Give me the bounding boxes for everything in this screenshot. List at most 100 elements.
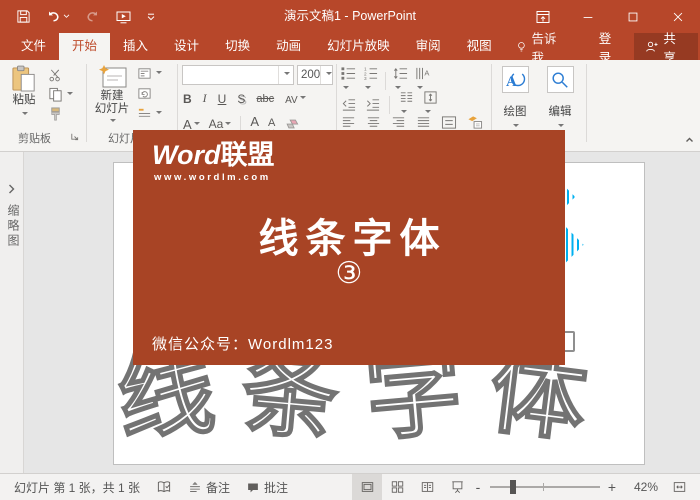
clipboard-group-label: 剪贴板	[18, 130, 51, 146]
reset-slide-button[interactable]	[137, 86, 152, 101]
tab-transitions[interactable]: 切换	[212, 33, 263, 60]
brand-url: www.wordlm.com	[154, 172, 271, 183]
cut-scissors-icon	[48, 68, 63, 83]
font-color-caret-icon	[194, 122, 200, 128]
tab-review[interactable]: 审阅	[403, 33, 454, 60]
zoom-percentage[interactable]: 42%	[620, 480, 658, 494]
undo-icon	[46, 9, 61, 24]
decrease-indent-icon	[341, 97, 356, 112]
strikethrough-button[interactable]: abc	[256, 93, 274, 105]
align-text-icon	[423, 90, 438, 105]
drawing-label: 绘图	[497, 106, 533, 119]
undo-button[interactable]	[46, 9, 70, 24]
redo-icon	[85, 9, 100, 24]
comments-icon	[246, 481, 260, 494]
save-button[interactable]	[16, 9, 31, 24]
slideshow-view-button[interactable]	[442, 474, 472, 500]
align-right-button[interactable]	[391, 115, 406, 130]
paste-clipboard-icon	[12, 64, 36, 94]
editing-caret-icon	[558, 124, 564, 130]
paste-button[interactable]: 粘贴	[6, 64, 42, 121]
share-person-icon	[644, 40, 659, 54]
format-painter-button[interactable]	[48, 107, 63, 122]
align-center-button[interactable]	[366, 115, 381, 130]
copy-caret-icon	[67, 92, 73, 98]
notes-button[interactable]: 备注	[180, 474, 238, 500]
cut-button[interactable]	[48, 68, 63, 83]
justify-button[interactable]	[416, 115, 431, 130]
customize-qat-button[interactable]	[147, 13, 155, 21]
distribute-button[interactable]	[441, 115, 457, 130]
underline-button[interactable]: U	[218, 92, 227, 106]
save-icon	[16, 9, 31, 24]
tab-slideshow[interactable]: 幻灯片放映	[314, 33, 403, 60]
fit-to-window-icon	[672, 480, 687, 494]
clear-formatting-eraser-icon	[284, 117, 299, 131]
new-slide-button[interactable]: 新建 幻灯片	[92, 64, 132, 129]
format-painter-icon	[48, 107, 63, 122]
reading-view-icon	[420, 480, 435, 494]
align-left-button[interactable]	[341, 115, 356, 130]
change-case-button[interactable]: Aa	[209, 117, 232, 131]
spell-check-button[interactable]	[148, 474, 180, 500]
zoom-slider[interactable]	[490, 486, 600, 488]
editing-label: 编辑	[542, 106, 578, 119]
notes-icon	[188, 481, 202, 494]
slide-layout-button[interactable]	[137, 66, 162, 81]
undo-menu-caret-icon	[63, 14, 70, 19]
tab-design[interactable]: 设计	[161, 33, 212, 60]
start-slideshow-button[interactable]	[115, 9, 132, 25]
comments-button[interactable]: 批注	[238, 474, 296, 500]
thumbnail-pane-collapsed[interactable]: 缩略图	[0, 152, 24, 473]
brand-logo-cn: 联盟	[221, 140, 275, 170]
section-button[interactable]	[137, 106, 162, 121]
normal-view-button[interactable]	[352, 474, 382, 500]
reading-view-button[interactable]	[412, 474, 442, 500]
share-button[interactable]: 共享	[634, 33, 698, 60]
fit-slide-to-window-button[interactable]	[664, 474, 694, 500]
tab-home[interactable]: 开始	[59, 33, 110, 60]
clear-formatting-button[interactable]	[284, 117, 299, 131]
redo-button[interactable]	[85, 9, 100, 24]
normal-view-icon	[360, 480, 375, 494]
character-spacing-button[interactable]: AV	[285, 92, 306, 106]
smartart-icon	[467, 115, 483, 130]
notes-label: 备注	[206, 479, 230, 496]
slide-sorter-view-button[interactable]	[382, 474, 412, 500]
copy-button[interactable]	[48, 87, 73, 102]
increase-indent-button[interactable]	[365, 97, 380, 112]
zoom-in-button[interactable]: +	[606, 479, 618, 495]
decrease-indent-button[interactable]	[341, 97, 356, 112]
zoom-out-button[interactable]: -	[472, 479, 484, 495]
drawing-button[interactable]: A 绘图	[497, 66, 533, 133]
svg-text:A: A	[424, 68, 429, 77]
expand-pane-chevron-icon[interactable]	[8, 184, 15, 194]
close-icon	[671, 10, 685, 24]
spacing-caret-icon	[300, 96, 306, 102]
thumbnail-pane-label: 缩略图	[5, 204, 22, 249]
paste-label: 粘贴	[6, 94, 42, 107]
section-icon	[137, 106, 152, 121]
tab-animations[interactable]: 动画	[263, 33, 314, 60]
editing-button[interactable]: 编辑	[542, 66, 578, 133]
comments-label: 批注	[264, 479, 288, 496]
clipboard-dialog-launcher[interactable]	[70, 132, 79, 141]
drawing-caret-icon	[513, 124, 519, 130]
tab-file[interactable]: 文件	[8, 33, 59, 60]
align-left-icon	[341, 115, 356, 130]
italic-button[interactable]: I	[203, 91, 207, 106]
text-shadow-button[interactable]: S	[237, 92, 245, 106]
tab-insert[interactable]: 插入	[110, 33, 161, 60]
columns-icon	[399, 90, 414, 105]
slide-counter: 幻灯片 第 1 张，共 1 张	[6, 474, 148, 500]
zoom-slider-handle[interactable]	[510, 480, 516, 494]
smartart-button[interactable]	[467, 115, 483, 130]
bold-button[interactable]: B	[183, 92, 192, 106]
tab-view[interactable]: 视图	[454, 33, 505, 60]
collapse-ribbon-button[interactable]	[684, 136, 695, 144]
lightbulb-icon	[515, 40, 528, 54]
font-name-combo[interactable]	[182, 65, 294, 85]
slide-sorter-icon	[390, 480, 405, 494]
font-size-combo[interactable]: 200	[297, 65, 333, 85]
popup-footer: 微信公众号：Wordlm123	[152, 333, 333, 354]
